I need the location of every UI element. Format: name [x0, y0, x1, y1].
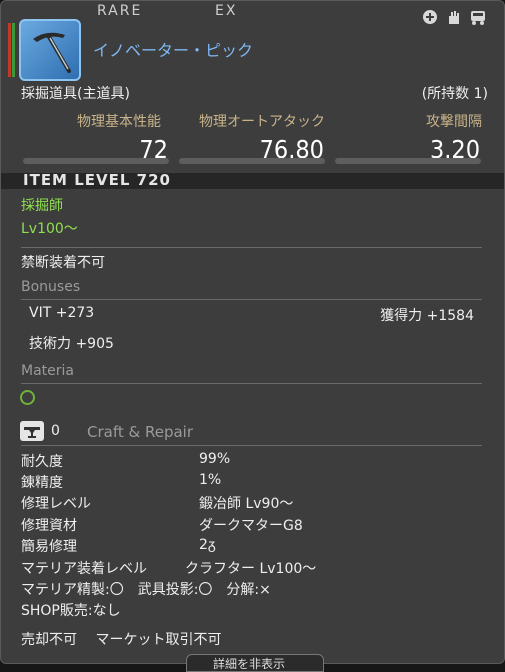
- bonuses-heading: Bonuses: [21, 279, 81, 295]
- craft-repair-heading: Craft & Repair: [87, 423, 193, 441]
- bonus-perception: 技術力 +905: [29, 336, 114, 352]
- craft-key: 耐久度: [21, 454, 63, 470]
- job-name: 採掘師: [21, 198, 63, 214]
- divider: [21, 247, 482, 248]
- bonus-gathering: 獲得力 +1584: [380, 308, 474, 324]
- item-level: ITEM LEVEL 720: [23, 171, 171, 189]
- craft-value: 2ᵹ: [199, 537, 216, 553]
- craft-value: ダークマターG8: [199, 518, 303, 534]
- stat-bar-2: [179, 158, 325, 164]
- materia-heading: Materia: [21, 363, 74, 379]
- item-type: 採掘道具(主道具): [21, 86, 130, 102]
- pickaxe-icon: [33, 32, 71, 73]
- owned-count: (所持数 1): [421, 86, 488, 102]
- item-icon: [19, 19, 81, 81]
- divider: [21, 383, 482, 384]
- craft-key: 修理レベル: [21, 496, 91, 512]
- craft-key: 修理資材: [21, 518, 77, 534]
- anvil-icon: [20, 421, 44, 441]
- divider: [21, 299, 482, 300]
- rarity-label: RARE: [97, 3, 143, 19]
- trade-restrictions: 売却不可 マーケット取引不可: [21, 632, 222, 648]
- auto-attack-label: 物理オートアタック: [199, 114, 325, 130]
- physical-damage-label: 物理基本性能: [77, 114, 161, 130]
- craft-value: 鍛冶師 Lv90～: [199, 496, 294, 512]
- item-tooltip: RARE EX イノベーター・ピック 採掘道具(主道具) (所持数 1) 物理基…: [0, 0, 505, 664]
- craft-key: 錬精度: [21, 475, 63, 491]
- craft-key: 簡易修理: [21, 539, 77, 555]
- craft-value: 99%: [199, 451, 231, 467]
- restriction-text: 禁断装着不可: [21, 255, 105, 271]
- bonus-vit: VIT +273: [29, 305, 95, 321]
- craft-key: マテリア装着レベル: [21, 561, 147, 577]
- repair-count: 0: [51, 423, 60, 439]
- delay-label: 攻撃間隔: [426, 114, 482, 130]
- materia-slot[interactable]: [20, 390, 35, 405]
- hide-details-tab[interactable]: 詳細を非表示: [186, 654, 324, 672]
- divider: [21, 445, 482, 446]
- ex-label: EX: [215, 3, 238, 19]
- craft-flags: マテリア精製:〇 武具投影:〇 分解:×: [21, 582, 271, 598]
- level-requirement: Lv100～: [21, 221, 78, 237]
- stat-bar-1: [23, 158, 169, 164]
- item-tag-bars: [8, 23, 18, 77]
- plus-icon[interactable]: [421, 9, 439, 25]
- trolley-icon[interactable]: [469, 9, 487, 25]
- craft-value: 1%: [199, 472, 222, 488]
- hand-icon[interactable]: [445, 9, 463, 25]
- item-name: イノベーター・ピック: [93, 41, 254, 60]
- stat-bar-3: [335, 158, 481, 164]
- craft-value: クラフター Lv100～: [185, 561, 317, 577]
- shop-sale: SHOP販売:なし: [21, 603, 121, 619]
